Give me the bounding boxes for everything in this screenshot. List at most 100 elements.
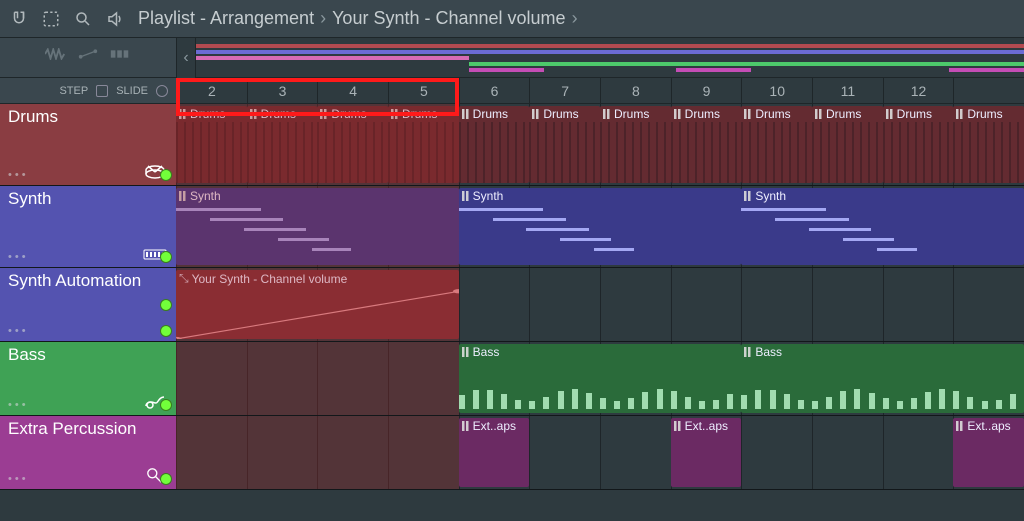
clip[interactable]: Synth <box>459 188 742 265</box>
track-lane[interactable]: DrumsDrumsDrumsDrumsDrumsDrumsDrumsDrums… <box>176 104 1024 185</box>
clip-label: Drums <box>600 106 671 122</box>
song-overview[interactable] <box>196 38 1024 77</box>
track-mute-toggle[interactable] <box>160 299 172 311</box>
track-name: Synth Automation <box>8 272 168 291</box>
clip-label: Drums <box>176 106 247 122</box>
track-menu-icon[interactable]: ••• <box>8 399 29 411</box>
magnet-icon[interactable] <box>10 10 28 28</box>
clip-label: Ext..aps <box>459 418 530 434</box>
clip-label: Drums <box>741 106 812 122</box>
clip[interactable]: Bass <box>459 344 742 413</box>
clip[interactable]: Synth <box>741 188 1024 265</box>
track-header[interactable]: Bass••• <box>0 342 176 415</box>
breadcrumb-part1[interactable]: Playlist - Arrangement <box>138 8 314 29</box>
pattern-icon <box>532 109 540 119</box>
scroll-left-button[interactable]: ‹ <box>176 38 196 78</box>
slide-toggle[interactable] <box>156 85 168 97</box>
track-mute-toggle[interactable] <box>160 251 172 263</box>
selection-icon[interactable] <box>42 10 60 28</box>
clip[interactable]: Bass <box>741 344 1024 413</box>
clip-label: Drums <box>953 106 1024 122</box>
clip-label: Synth <box>459 188 742 204</box>
volume-icon[interactable] <box>106 10 124 28</box>
ruler-bar[interactable]: 8 <box>600 78 671 103</box>
ruler-bar[interactable]: 3 <box>247 78 318 103</box>
ruler-bar[interactable]: 12 <box>883 78 954 103</box>
pattern-icon <box>179 191 187 201</box>
pattern-icon <box>886 109 894 119</box>
clip[interactable]: Drums <box>600 106 671 183</box>
track-menu-icon[interactable]: ••• <box>8 169 29 181</box>
clip-label: Drums <box>388 106 459 122</box>
clip[interactable]: Drums <box>176 106 247 183</box>
clip[interactable]: Drums <box>247 106 318 183</box>
track-header[interactable]: Extra Percussion••• <box>0 416 176 489</box>
automation-tool-icon[interactable] <box>77 47 99 69</box>
pattern-icon <box>744 347 752 357</box>
track-name: Synth <box>8 190 168 209</box>
clip[interactable]: Synth <box>176 188 459 265</box>
track-header[interactable]: Synth Automation ••• <box>0 268 176 341</box>
pattern-tool-icon[interactable] <box>109 47 131 69</box>
step-toggle[interactable] <box>96 85 108 97</box>
pattern-icon <box>603 109 611 119</box>
track-header[interactable]: Drums ••• <box>0 104 176 185</box>
track-lane[interactable]: Ext..aps Ext..aps Ext..aps <box>176 416 1024 489</box>
breadcrumb-part2[interactable]: Your Synth - Channel volume <box>332 8 565 29</box>
clip[interactable]: Ext..aps <box>459 418 530 487</box>
toolbar-secondary: ‹ <box>0 38 1024 78</box>
clip[interactable]: Drums <box>812 106 883 183</box>
track-name: Drums <box>8 108 168 127</box>
track-mute-toggle[interactable] <box>160 325 172 337</box>
track-lane[interactable]: BassBass <box>176 342 1024 415</box>
ruler-bar[interactable]: 7 <box>529 78 600 103</box>
clip[interactable]: Drums <box>671 106 742 183</box>
ruler-bar[interactable]: 5 <box>388 78 459 103</box>
step-slide-controls: STEP SLIDE <box>0 78 176 103</box>
track-mute-toggle[interactable] <box>160 473 172 485</box>
clip[interactable]: Drums <box>529 106 600 183</box>
pattern-icon <box>674 421 682 431</box>
clip-label: Drums <box>671 106 742 122</box>
track-menu-icon[interactable]: ••• <box>8 473 29 485</box>
clip[interactable]: Drums <box>741 106 812 183</box>
pattern-icon <box>744 109 752 119</box>
track-menu-icon[interactable]: ••• <box>8 325 29 337</box>
ruler-bar[interactable]: 11 <box>812 78 883 103</box>
track-menu-icon[interactable]: ••• <box>8 251 29 263</box>
clip[interactable]: Drums <box>459 106 530 183</box>
clip[interactable]: Ext..aps <box>671 418 742 487</box>
clip-label: Synth <box>741 188 1024 204</box>
pattern-icon <box>462 109 470 119</box>
clip-label: Bass <box>459 344 742 360</box>
pattern-icon <box>462 347 470 357</box>
waveform-icon[interactable] <box>45 47 67 69</box>
clip-label: Drums <box>529 106 600 122</box>
pattern-icon <box>462 191 470 201</box>
clip-label: Drums <box>459 106 530 122</box>
clip[interactable]: ⤡ Your Synth - Channel volume <box>176 270 459 339</box>
ruler-bar[interactable]: 2 <box>176 78 247 103</box>
zoom-icon[interactable] <box>74 10 92 28</box>
ruler-bar[interactable]: 9 <box>671 78 742 103</box>
clip[interactable]: Drums <box>317 106 388 183</box>
track-mute-toggle[interactable] <box>160 169 172 181</box>
clip[interactable]: Ext..aps <box>953 418 1024 487</box>
track-header[interactable]: Synth ••• <box>0 186 176 267</box>
ruler-bar[interactable]: 10 <box>741 78 812 103</box>
track-mute-toggle[interactable] <box>160 399 172 411</box>
pattern-icon <box>744 191 752 201</box>
clip[interactable]: Drums <box>883 106 954 183</box>
ruler-bar[interactable]: 4 <box>317 78 388 103</box>
ruler-bar[interactable]: 6 <box>459 78 530 103</box>
timeline-ruler[interactable]: 23456789101112 <box>176 78 1024 103</box>
clip[interactable]: Drums <box>953 106 1024 183</box>
clip-label: ⤡ Your Synth - Channel volume <box>176 270 459 287</box>
chevron-right-icon: › <box>572 8 578 29</box>
clip-label: Bass <box>741 344 1024 360</box>
ruler-bar[interactable] <box>953 78 1024 103</box>
track-lane[interactable]: SynthSynthSynth <box>176 186 1024 267</box>
clip[interactable]: Drums <box>388 106 459 183</box>
breadcrumb[interactable]: Playlist - Arrangement › Your Synth - Ch… <box>138 8 578 29</box>
track-lane[interactable]: ⤡ Your Synth - Channel volume <box>176 268 1024 341</box>
